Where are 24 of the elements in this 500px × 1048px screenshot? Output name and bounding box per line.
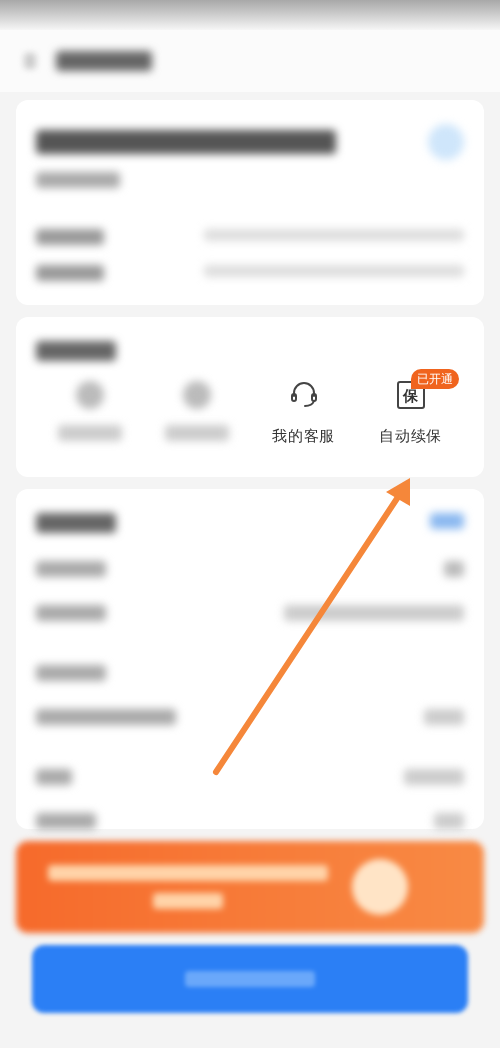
status-badge: 已开通: [410, 369, 459, 389]
blurred-button[interactable]: [32, 945, 468, 1013]
service-label[interactable]: 我的客服: [272, 425, 335, 448]
blurred-text[interactable]: [164, 425, 229, 441]
blurred-text: [36, 605, 106, 621]
blurred-text: [404, 769, 464, 785]
blurred-text[interactable]: [430, 513, 464, 529]
blurred-text: [36, 769, 72, 785]
blurred-icon[interactable]: [75, 381, 104, 409]
blurred-text: [36, 813, 96, 829]
service-label[interactable]: 自动续保: [379, 425, 442, 448]
blurred-text: [36, 561, 106, 577]
headset-icon: [288, 381, 319, 409]
blurred-text: [444, 561, 464, 577]
blurred-icon: [428, 124, 464, 160]
blurred-text[interactable]: [57, 425, 122, 441]
blurred-text: [434, 813, 464, 829]
blurred-icon[interactable]: [182, 381, 211, 409]
blurred-text: [36, 265, 104, 281]
blurred-text: [36, 229, 104, 245]
promo-banner[interactable]: [16, 841, 484, 933]
blurred-text: [424, 709, 464, 725]
blurred-text: [36, 665, 106, 681]
blurred-icon[interactable]: [24, 53, 36, 69]
